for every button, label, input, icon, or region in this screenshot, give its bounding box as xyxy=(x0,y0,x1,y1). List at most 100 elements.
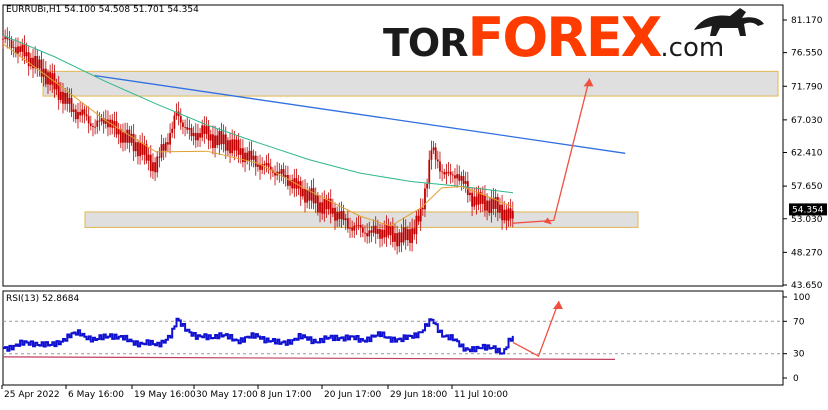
candle-body xyxy=(400,232,403,243)
candle-body xyxy=(507,208,510,221)
candle-body xyxy=(167,142,169,145)
candle-body xyxy=(411,228,414,243)
candle-body xyxy=(107,119,109,128)
candle-body xyxy=(92,125,94,128)
candle-body xyxy=(336,211,339,221)
candle-body xyxy=(490,198,493,213)
candle-body xyxy=(66,92,69,104)
candle-body xyxy=(137,142,139,157)
candle-body xyxy=(154,162,156,173)
candle-body xyxy=(173,115,176,129)
candle-body xyxy=(379,229,381,239)
candle-body xyxy=(404,227,407,241)
candle-body xyxy=(484,194,486,211)
candle-body xyxy=(192,132,195,137)
candle-body xyxy=(471,192,473,207)
candle-body xyxy=(12,47,15,49)
candle-body xyxy=(334,207,336,221)
y-tick-label: 76.550 xyxy=(791,49,823,59)
candle-body xyxy=(451,174,454,176)
candle-body xyxy=(389,226,392,236)
candle-body xyxy=(436,159,439,162)
candle-body xyxy=(224,134,227,151)
candle-body xyxy=(19,46,22,52)
candle-body xyxy=(62,91,64,104)
candle-body xyxy=(499,204,501,213)
candle-body xyxy=(406,229,409,241)
candle-body xyxy=(409,229,411,243)
rsi-y-tick-label: 100 xyxy=(793,293,810,303)
candle-body xyxy=(152,162,154,172)
candle-body xyxy=(169,133,171,145)
candle-body xyxy=(509,208,512,219)
candle-body xyxy=(430,150,433,160)
candle-body xyxy=(503,209,506,221)
candle-body xyxy=(383,229,386,238)
candle-body xyxy=(89,123,92,126)
candle-body xyxy=(87,116,90,124)
candle-body xyxy=(4,37,7,39)
candle-body xyxy=(374,225,377,234)
candle-body xyxy=(344,218,347,221)
candle-body xyxy=(462,176,465,184)
candle-body xyxy=(164,142,167,151)
candle-body xyxy=(473,196,476,207)
candle-body xyxy=(361,227,364,233)
candle-body xyxy=(186,127,189,130)
candle-body xyxy=(38,59,41,69)
rsi-support-line xyxy=(2,356,616,360)
candle-body xyxy=(319,202,321,213)
y-tick-label: 62.410 xyxy=(791,149,823,159)
candle-body xyxy=(190,128,193,137)
y-tick-label: 53.030 xyxy=(791,215,823,225)
candle-body xyxy=(77,111,79,120)
torforex-logo: TORFOREX.com xyxy=(383,6,725,69)
candle-body xyxy=(417,215,420,222)
candle-body xyxy=(25,52,28,57)
candle-body xyxy=(132,133,135,152)
candle-body xyxy=(205,126,208,134)
candle-body xyxy=(381,229,384,239)
candle-body xyxy=(246,152,249,161)
x-tick-label: 30 May 17:00 xyxy=(196,390,258,400)
candle-body xyxy=(415,215,418,235)
candle-body xyxy=(310,188,313,201)
candle-body xyxy=(83,109,86,115)
candle-body xyxy=(372,225,375,233)
y-tick-label: 43.650 xyxy=(791,281,823,291)
candle-body xyxy=(250,150,253,160)
candle-body xyxy=(40,59,43,77)
candle-body xyxy=(23,44,26,57)
candle-body xyxy=(391,226,394,242)
candle-body xyxy=(156,156,159,173)
candle-body xyxy=(505,209,508,221)
candle-body xyxy=(376,229,379,234)
candle-body xyxy=(207,126,210,141)
candle-body xyxy=(263,164,266,166)
candle-body xyxy=(357,224,360,226)
candle-body xyxy=(171,128,174,134)
candle-body xyxy=(304,188,306,203)
candle-body xyxy=(149,154,152,172)
candle-body xyxy=(278,171,281,174)
y-tick-label: 48.270 xyxy=(791,248,823,258)
candle-body xyxy=(96,120,99,127)
x-tick-label: 11 Jul 10:00 xyxy=(454,390,508,400)
candle-body xyxy=(64,92,67,104)
candle-body xyxy=(299,181,302,197)
candle-body xyxy=(441,171,444,173)
y-tick-label: 71.790 xyxy=(791,82,823,92)
candle-body xyxy=(511,210,514,219)
candle-body xyxy=(323,199,326,214)
candle-body xyxy=(122,132,124,143)
candle-body xyxy=(280,169,283,174)
candle-body xyxy=(338,211,341,220)
candle-body xyxy=(231,139,234,154)
candle-body xyxy=(220,131,223,145)
candle-body xyxy=(59,91,62,101)
rsi-line xyxy=(3,317,514,355)
candle-body xyxy=(396,233,399,247)
candle-body xyxy=(368,230,371,237)
candle-body xyxy=(443,172,446,175)
last-price-label: 54.354 xyxy=(792,205,824,215)
